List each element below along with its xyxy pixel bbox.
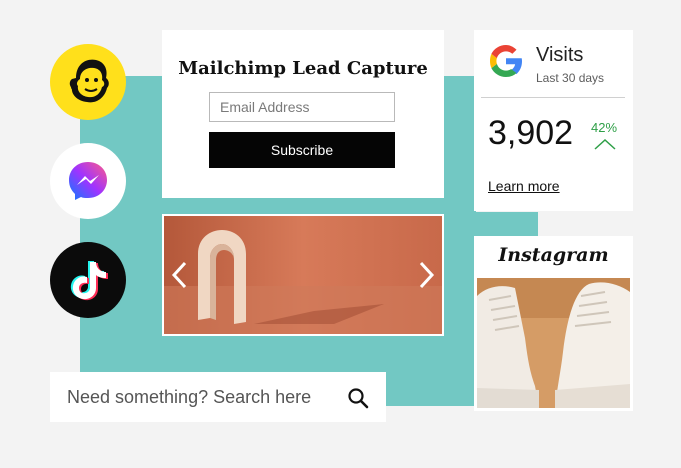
image-carousel <box>162 214 444 336</box>
lead-capture-title: Mailchimp Lead Capture <box>178 58 428 79</box>
chevron-right-icon[interactable] <box>416 260 436 290</box>
lead-capture-card: Mailchimp Lead Capture Subscribe <box>162 30 444 198</box>
chevron-left-icon[interactable] <box>170 260 190 290</box>
email-field[interactable] <box>209 92 395 122</box>
instagram-feed-card: Instagram <box>474 236 633 411</box>
arch-sculpture-image <box>164 216 442 334</box>
visits-analytics-card: Visits Last 30 days 3,902 42% Learn more <box>474 30 633 211</box>
teal-backdrop-extension <box>476 212 538 236</box>
divider <box>481 97 625 98</box>
mailchimp-icon[interactable] <box>50 44 126 120</box>
carousel-slide <box>164 216 442 334</box>
learn-more-link[interactable]: Learn more <box>488 178 560 194</box>
tiktok-icon[interactable] <box>50 242 126 318</box>
search-input[interactable]: Need something? Search here <box>67 387 311 408</box>
subscribe-button[interactable]: Subscribe <box>209 132 395 168</box>
search-icon[interactable] <box>347 387 369 409</box>
trend-up-icon <box>594 138 616 150</box>
visits-change-percent: 42% <box>591 120 618 135</box>
visits-title: Visits <box>536 44 584 66</box>
google-logo-icon <box>490 45 522 77</box>
messenger-icon[interactable] <box>50 143 126 219</box>
visits-count: 3,902 <box>488 114 574 152</box>
sneakers-photo <box>477 278 630 408</box>
instagram-post-image[interactable] <box>477 278 630 408</box>
instagram-title: Instagram <box>498 244 609 266</box>
search-bar[interactable]: Need something? Search here <box>50 372 386 422</box>
visits-period: Last 30 days <box>536 71 605 85</box>
